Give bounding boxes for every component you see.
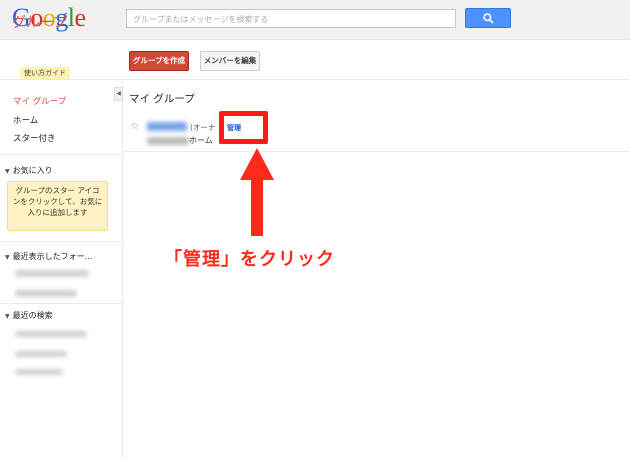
annotation-arrow-icon (240, 148, 274, 236)
sidebar-item-home[interactable]: ホーム (13, 114, 38, 126)
search-placeholder: グループまたはメッセージを検索する (133, 15, 269, 24)
redacted-group-description (147, 137, 189, 145)
favorites-section[interactable]: ▼ お気に入り (5, 165, 53, 176)
recent-section[interactable]: ▼ 最近表示したフォー... (5, 251, 92, 262)
search-input[interactable]: グループまたはメッセージを検索する (126, 9, 456, 28)
divider (0, 241, 123, 242)
collapse-sidebar-button[interactable]: ◀ (114, 87, 123, 101)
star-icon[interactable]: ☆ (130, 121, 139, 132)
redacted-recent-item[interactable] (15, 270, 89, 277)
favorites-label: お気に入り (12, 166, 53, 175)
triangle-down-icon: ▼ (5, 254, 10, 261)
action-bar (0, 40, 630, 80)
divider (0, 154, 123, 155)
search-button[interactable] (465, 8, 511, 28)
edit-members-button[interactable]: メンバーを編集 (200, 51, 260, 71)
sidebar-item-starred[interactable]: スター付き (13, 132, 56, 144)
app-title[interactable]: グループ (12, 12, 67, 32)
favorites-tip: グループのスター アイコンをクリックして、お気に入りに追加します (7, 181, 108, 231)
triangle-down-icon: ▼ (5, 168, 10, 175)
search-icon (483, 13, 494, 24)
recent-search-section[interactable]: ▼ 最近の検索 (5, 310, 53, 321)
redacted-search-item[interactable] (15, 369, 63, 375)
redacted-search-item[interactable] (15, 331, 87, 337)
page-title: マイ グループ (129, 93, 195, 105)
guide-link[interactable]: 使い方ガイド (20, 67, 70, 79)
home-label: ホーム (189, 136, 213, 145)
sidebar-item-my-groups[interactable]: マイ グループ (13, 95, 66, 107)
row-divider (124, 151, 630, 152)
divider (0, 303, 123, 304)
recent-search-label: 最近の検索 (12, 311, 53, 320)
triangle-down-icon: ▼ (5, 313, 10, 320)
redacted-group-name[interactable] (147, 122, 187, 131)
chevron-left-icon: ◀ (116, 90, 121, 97)
logo-letter: e (74, 3, 87, 32)
highlight-box (219, 111, 268, 144)
redacted-search-item[interactable] (15, 351, 67, 357)
create-group-button[interactable]: グループを作成 (129, 51, 189, 71)
owner-label: (オーナ (190, 123, 216, 132)
annotation-text: 「管理」をクリック (164, 249, 335, 270)
redacted-recent-item[interactable] (15, 290, 77, 297)
logo-letter: l (67, 3, 75, 32)
top-bar: Google グループまたはメッセージを検索する (0, 0, 630, 40)
recent-label: 最近表示したフォー... (12, 252, 93, 261)
